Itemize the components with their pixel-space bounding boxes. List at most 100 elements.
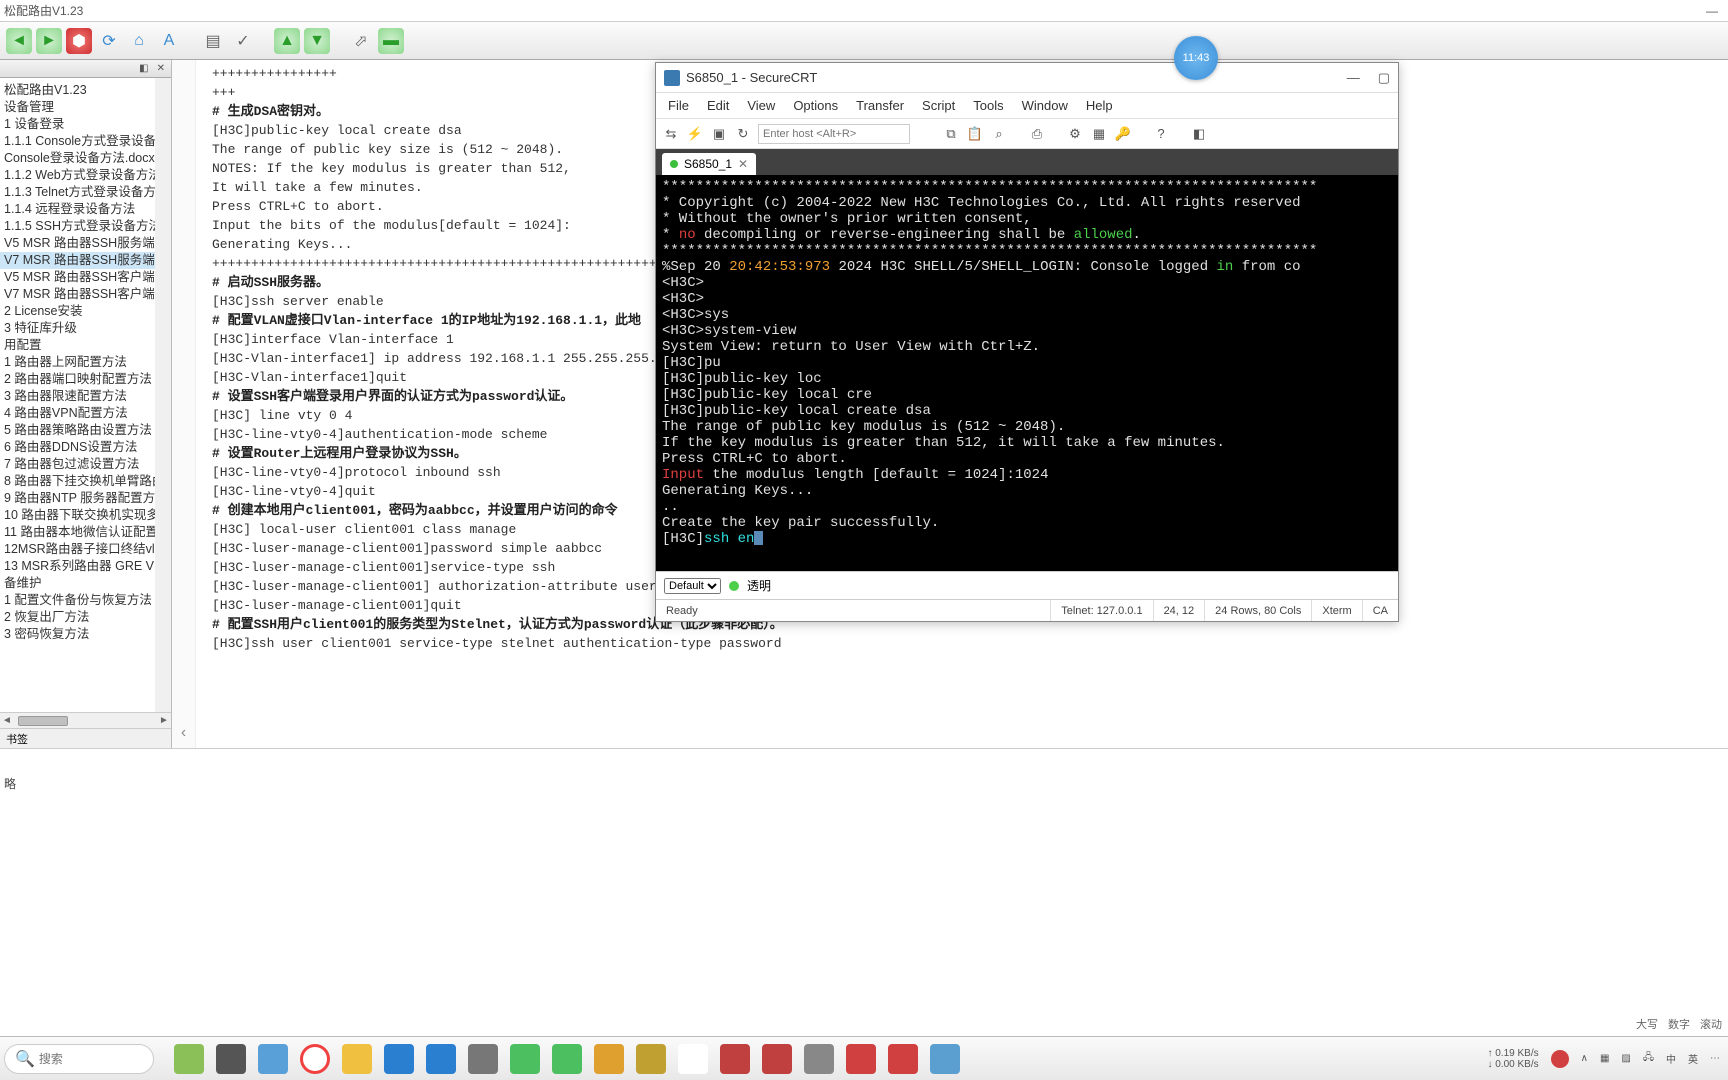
tree-item[interactable]: 1.1.2 Web方式登录设备方法 [0,167,171,184]
system-tray[interactable]: ↑ 0.19 KB/s ↓ 0.00 KB/s ∧ ▦ ▨ 🖧 中 英 ⋯ [1487,1048,1728,1070]
tree-item[interactable]: 1 路由器上网配置方法 [0,354,171,371]
crt-help-icon[interactable]: ? [1152,125,1170,143]
crt-menu-item[interactable]: Script [922,98,955,113]
crt-quickconnect-icon[interactable]: ⚡ [686,125,704,143]
tree-item[interactable]: 3 密码恢复方法 [0,626,171,643]
taskbar-app-icon[interactable] [216,1044,246,1074]
tray-expand-icon[interactable]: ∧ [1581,1053,1588,1064]
taskbar-app-icon[interactable] [594,1044,624,1074]
up-button[interactable]: ▲ [274,28,300,54]
crt-scheme-select[interactable]: Default [664,578,721,594]
tree-item[interactable]: 用配置 [0,337,171,354]
taskbar-app-icon[interactable] [300,1044,330,1074]
taskbar-app-icon[interactable] [636,1044,666,1074]
crt-disconnect-icon[interactable]: ↻ [734,125,752,143]
crt-menu-item[interactable]: Help [1086,98,1113,113]
tree-item[interactable]: 8 路由器下挂交换机单臂路由的 [0,473,171,490]
bookmark-tab[interactable]: 书签 [0,728,171,748]
crt-minimize-icon[interactable]: — [1347,70,1360,86]
doc-button[interactable]: ▤ [200,28,226,54]
taskbar-app-icon[interactable] [426,1044,456,1074]
crt-copy-icon[interactable]: ⧉ [942,125,960,143]
taskbar-app-icon[interactable] [258,1044,288,1074]
tree-item[interactable]: 2 License安装 [0,303,171,320]
taskbar-app-icon[interactable] [510,1044,540,1074]
taskbar-app-icon[interactable] [174,1044,204,1074]
crt-menu-item[interactable]: View [747,98,775,113]
crt-menu-item[interactable]: Tools [973,98,1003,113]
tree-item[interactable]: 5 路由器策略路由设置方法 [0,422,171,439]
tree-item[interactable]: 1.1.5 SSH方式登录设备方法 [0,218,171,235]
tree-item[interactable]: 设备管理 [0,99,171,116]
forward-button[interactable]: ► [36,28,62,54]
clock-widget[interactable]: 11:43 [1174,36,1218,80]
taskbar-app-icon[interactable] [384,1044,414,1074]
tree-item[interactable]: 11 路由器本地微信认证配置方 [0,524,171,541]
taskbar-app-icon[interactable] [720,1044,750,1074]
crt-host-input[interactable] [758,124,910,144]
tray-network-icon[interactable]: 🖧 [1643,1050,1654,1067]
crt-menu-item[interactable]: Edit [707,98,729,113]
crt-menubar[interactable]: File Edit View Options Transfer Script Tools Wi… [656,93,1398,119]
tree-hscrollbar[interactable]: ◄► [0,712,171,728]
tree-item[interactable]: V7 MSR 路由器SSH客户端 [0,286,171,303]
crt-session-icon[interactable]: ▣ [710,125,728,143]
securecrt-window[interactable]: S6850_1 - SecureCRT — ▢ FileEditViewOpti… [655,62,1399,622]
crt-find-icon[interactable]: ⌕ [990,125,1008,143]
link-button[interactable]: ⬀ [348,28,374,54]
book-button[interactable]: ▬ [378,28,404,54]
taskbar-app-icon[interactable] [342,1044,372,1074]
tree-item[interactable]: 3 路由器限速配置方法 [0,388,171,405]
taskbar-search[interactable]: 🔍 [4,1044,154,1074]
crt-menu-item[interactable]: Window [1022,98,1068,113]
crt-print-icon[interactable]: ⎙ [1028,125,1046,143]
back-button[interactable]: ◄ [6,28,32,54]
crt-reconnect-icon[interactable]: ⇆ [662,125,680,143]
doc-gutter[interactable]: ‹ [172,60,196,748]
crt-terminal[interactable]: ****************************************… [656,175,1398,571]
tree-item[interactable]: 1.1.4 远程登录设备方法 [0,201,171,218]
tree-item[interactable]: V7 MSR 路由器SSH服务端 [0,252,171,269]
tree-item[interactable]: V5 MSR 路由器SSH客户端 [0,269,171,286]
tray-shield-icon[interactable] [1551,1050,1569,1068]
tree-item[interactable]: 1 配置文件备份与恢复方法 [0,592,171,609]
home-button[interactable]: ⌂ [126,28,152,54]
tray-ime2[interactable]: 英 [1688,1051,1698,1066]
tree-item[interactable]: V5 MSR 路由器SSH服务端 [0,235,171,252]
tree-item[interactable]: 1.1.3 Telnet方式登录设备方 [0,184,171,201]
taskbar-app-icon[interactable] [468,1044,498,1074]
crt-menu-item[interactable]: Transfer [856,98,904,113]
taskbar-app-icon[interactable] [930,1044,960,1074]
taskbar-app-icon[interactable] [552,1044,582,1074]
font-button[interactable]: A [156,28,182,54]
search-input[interactable] [39,1052,143,1066]
tree-item[interactable]: 2 路由器端口映射配置方法 [0,371,171,388]
tree-item[interactable]: 9 路由器NTP 服务器配置方法 [0,490,171,507]
spellcheck-button[interactable]: ✓ [230,28,256,54]
crt-paste-icon[interactable]: 📋 [966,125,984,143]
tree-item[interactable]: 2 恢复出厂方法 [0,609,171,626]
crt-menu-item[interactable]: File [668,98,689,113]
crt-options-icon[interactable]: ⚙ [1066,125,1084,143]
tree-item[interactable]: 6 路由器DDNS设置方法 [0,439,171,456]
crt-menu-item[interactable]: Options [793,98,838,113]
tree-item[interactable]: 1.1.1 Console方式登录设备方 [0,133,171,150]
crt-toggle-icon[interactable]: ◧ [1190,125,1208,143]
stop-button[interactable]: ⬢ [66,28,92,54]
tray-app2-icon[interactable]: ▨ [1621,1053,1630,1064]
tree-item[interactable]: 10 路由器下联交换机实现多网 [0,507,171,524]
down-button[interactable]: ▼ [304,28,330,54]
taskbar-app-icon[interactable] [804,1044,834,1074]
crt-tab-close-icon[interactable]: ✕ [738,157,748,171]
tree-item[interactable]: 12MSR路由器子接口终结vlan配 [0,541,171,558]
taskbar-app-icon[interactable] [678,1044,708,1074]
tree-vscrollbar[interactable] [155,78,171,712]
tree-root[interactable]: 松配路由V1.23 [0,82,171,99]
tray-ime1[interactable]: 中 [1666,1051,1676,1066]
crt-maximize-icon[interactable]: ▢ [1378,70,1390,86]
sidebar-tabs[interactable]: ◧✕ [0,60,171,78]
nav-tree[interactable]: 松配路由V1.23设备管理1 设备登录1.1.1 Console方式登录设备方C… [0,78,171,712]
tray-app-icon[interactable]: ▦ [1600,1053,1609,1064]
tree-item[interactable]: 1 设备登录 [0,116,171,133]
crt-sessionopt-icon[interactable]: ▦ [1090,125,1108,143]
